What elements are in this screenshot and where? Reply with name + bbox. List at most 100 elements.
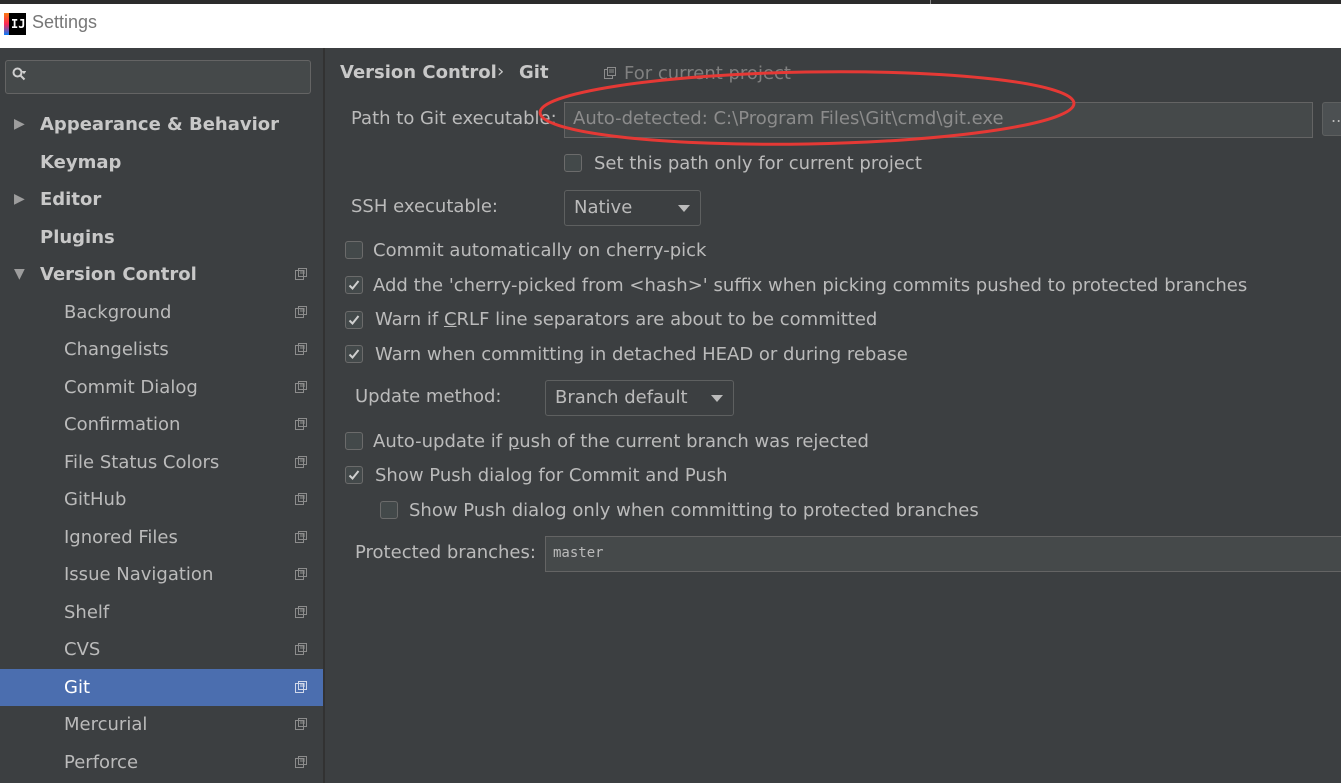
project-scope-icon — [295, 418, 307, 430]
expanded-arrow-icon[interactable]: ▼ — [14, 256, 25, 293]
search-input[interactable] — [40, 65, 304, 91]
collapsed-arrow-icon[interactable]: ▶ — [14, 106, 25, 143]
project-scope-icon — [295, 343, 307, 355]
warn-detached-head-checkbox[interactable] — [345, 345, 363, 363]
intellij-app-icon: IJ — [4, 13, 26, 35]
project-scope-icon — [295, 681, 307, 693]
commit-cherry-pick-label: Commit automatically on cherry-pick — [373, 240, 707, 261]
project-scope-icon — [604, 67, 616, 79]
search-icon — [12, 67, 26, 81]
sidebar-item-issue-navigation[interactable]: Issue Navigation — [0, 556, 323, 593]
sidebar-item-version-control[interactable]: ▼ Version Control — [0, 256, 323, 293]
project-scope-icon — [295, 493, 307, 505]
git-path-label: Path to Git executable: — [351, 108, 557, 129]
chevron-down-icon — [678, 205, 690, 212]
sidebar-item-github[interactable]: GitHub — [0, 481, 323, 518]
sidebar-item-label: Version Control — [40, 264, 197, 285]
cherry-picked-suffix-checkbox[interactable] — [345, 276, 363, 294]
sidebar-item-appearance-behavior[interactable]: ▶ Appearance & Behavior — [0, 106, 323, 143]
sidebar-item-label: Commit Dialog — [64, 377, 198, 398]
ssh-executable-select[interactable]: Native — [564, 190, 701, 226]
checkmark-icon — [348, 470, 360, 480]
update-method-value: Branch default — [555, 387, 688, 408]
commit-cherry-pick-checkbox[interactable] — [345, 241, 363, 259]
update-method-select[interactable]: Branch default — [545, 380, 734, 416]
show-push-protected-label: Show Push dialog only when committing to… — [409, 500, 979, 521]
checkmark-icon — [348, 315, 360, 325]
settings-sidebar: ▶ Appearance & Behavior Keymap ▶ Editor Plugi… — [0, 48, 323, 783]
sidebar-item-label: GitHub — [64, 489, 127, 510]
sidebar-item-keymap[interactable]: Keymap — [0, 144, 323, 181]
sidebar-item-label: Perforce — [64, 752, 139, 773]
sidebar-item-label: Mercurial — [64, 714, 148, 735]
sidebar-item-file-status-colors[interactable]: File Status Colors — [0, 444, 323, 481]
project-scope-icon — [295, 568, 307, 580]
title-bar: IJ Settings — [0, 0, 1341, 48]
project-scope-icon — [295, 456, 307, 468]
protected-branches-field[interactable]: master — [545, 536, 1341, 572]
update-method-label: Update method: — [355, 386, 502, 407]
sidebar-item-label: Keymap — [40, 152, 122, 173]
window-title: Settings — [32, 12, 98, 32]
scope-label: For current project — [624, 63, 791, 84]
auto-update-checkbox[interactable] — [345, 432, 363, 450]
project-scope-icon — [295, 268, 307, 280]
cherry-picked-suffix-label: Add the 'cherry-picked from <hash>' suff… — [373, 275, 1248, 296]
sidebar-item-commit-dialog[interactable]: Commit Dialog — [0, 369, 323, 406]
warn-detached-head-label: Warn when committing in detached HEAD or… — [375, 344, 908, 365]
show-push-dialog-label: Show Push dialog for Commit and Push — [375, 465, 728, 486]
git-path-field[interactable]: Auto-detected: C:\Program Files\Git\cmd\… — [564, 102, 1313, 138]
sidebar-item-confirmation[interactable]: Confirmation — [0, 406, 323, 443]
ssh-executable-label: SSH executable: — [351, 196, 498, 217]
chevron-down-icon — [711, 395, 723, 402]
auto-update-label: Auto-update if push of the current branc… — [373, 431, 869, 452]
sidebar-item-cvs[interactable]: CVS — [0, 631, 323, 668]
sidebar-item-label: File Status Colors — [64, 452, 220, 473]
show-push-protected-checkbox[interactable] — [380, 501, 398, 519]
sidebar-item-label: Git — [64, 677, 91, 698]
sidebar-item-label: Appearance & Behavior — [40, 114, 280, 135]
top-border — [0, 0, 1341, 4]
sidebar-item-label: Issue Navigation — [64, 564, 214, 585]
sidebar-item-git[interactable]: Git — [0, 669, 323, 706]
sidebar-item-label: Changelists — [64, 339, 169, 360]
checkmark-icon — [348, 349, 360, 359]
sidebar-item-label: Ignored Files — [64, 527, 178, 548]
sidebar-item-label: Plugins — [40, 227, 115, 248]
sidebar-item-plugins[interactable]: Plugins — [0, 219, 323, 256]
sidebar-item-label: CVS — [64, 639, 101, 660]
checkmark-icon — [348, 280, 360, 290]
sidebar-item-label: Background — [64, 302, 172, 323]
top-border-divider — [930, 0, 931, 4]
project-scope-icon — [295, 381, 307, 393]
sidebar-item-label: Shelf — [64, 602, 110, 623]
warn-crlf-label: Warn if CRLF line separators are about t… — [375, 309, 878, 330]
browse-button[interactable]: ... — [1322, 102, 1341, 136]
sidebar-item-editor[interactable]: ▶ Editor — [0, 181, 323, 218]
set-path-only-checkbox[interactable] — [564, 154, 582, 172]
project-scope-icon — [295, 643, 307, 655]
breadcrumb-separator: › — [497, 61, 505, 82]
git-settings-panel: Version Control › Git For current projec… — [325, 48, 1341, 783]
project-scope-icon — [295, 306, 307, 318]
project-scope-icon — [295, 606, 307, 618]
set-path-only-label: Set this path only for current project — [594, 153, 922, 174]
collapsed-arrow-icon[interactable]: ▶ — [14, 181, 25, 218]
warn-crlf-checkbox[interactable] — [345, 311, 363, 329]
breadcrumb-parent[interactable]: Version Control — [340, 62, 497, 83]
breadcrumb-current: Git — [519, 62, 549, 83]
show-push-dialog-checkbox[interactable] — [345, 466, 363, 484]
sidebar-item-ignored-files[interactable]: Ignored Files — [0, 519, 323, 556]
settings-search[interactable] — [5, 60, 311, 94]
sidebar-item-background[interactable]: Background — [0, 294, 323, 331]
sidebar-item-perforce[interactable]: Perforce — [0, 744, 323, 781]
project-scope-icon — [295, 756, 307, 768]
sidebar-item-shelf[interactable]: Shelf — [0, 594, 323, 631]
sidebar-item-changelists[interactable]: Changelists — [0, 331, 323, 368]
protected-branches-label: Protected branches: — [355, 542, 536, 563]
project-scope-icon — [295, 718, 307, 730]
ssh-executable-value: Native — [574, 197, 633, 218]
sidebar-item-mercurial[interactable]: Mercurial — [0, 706, 323, 743]
project-scope-icon — [295, 531, 307, 543]
sidebar-item-label: Editor — [40, 189, 102, 210]
